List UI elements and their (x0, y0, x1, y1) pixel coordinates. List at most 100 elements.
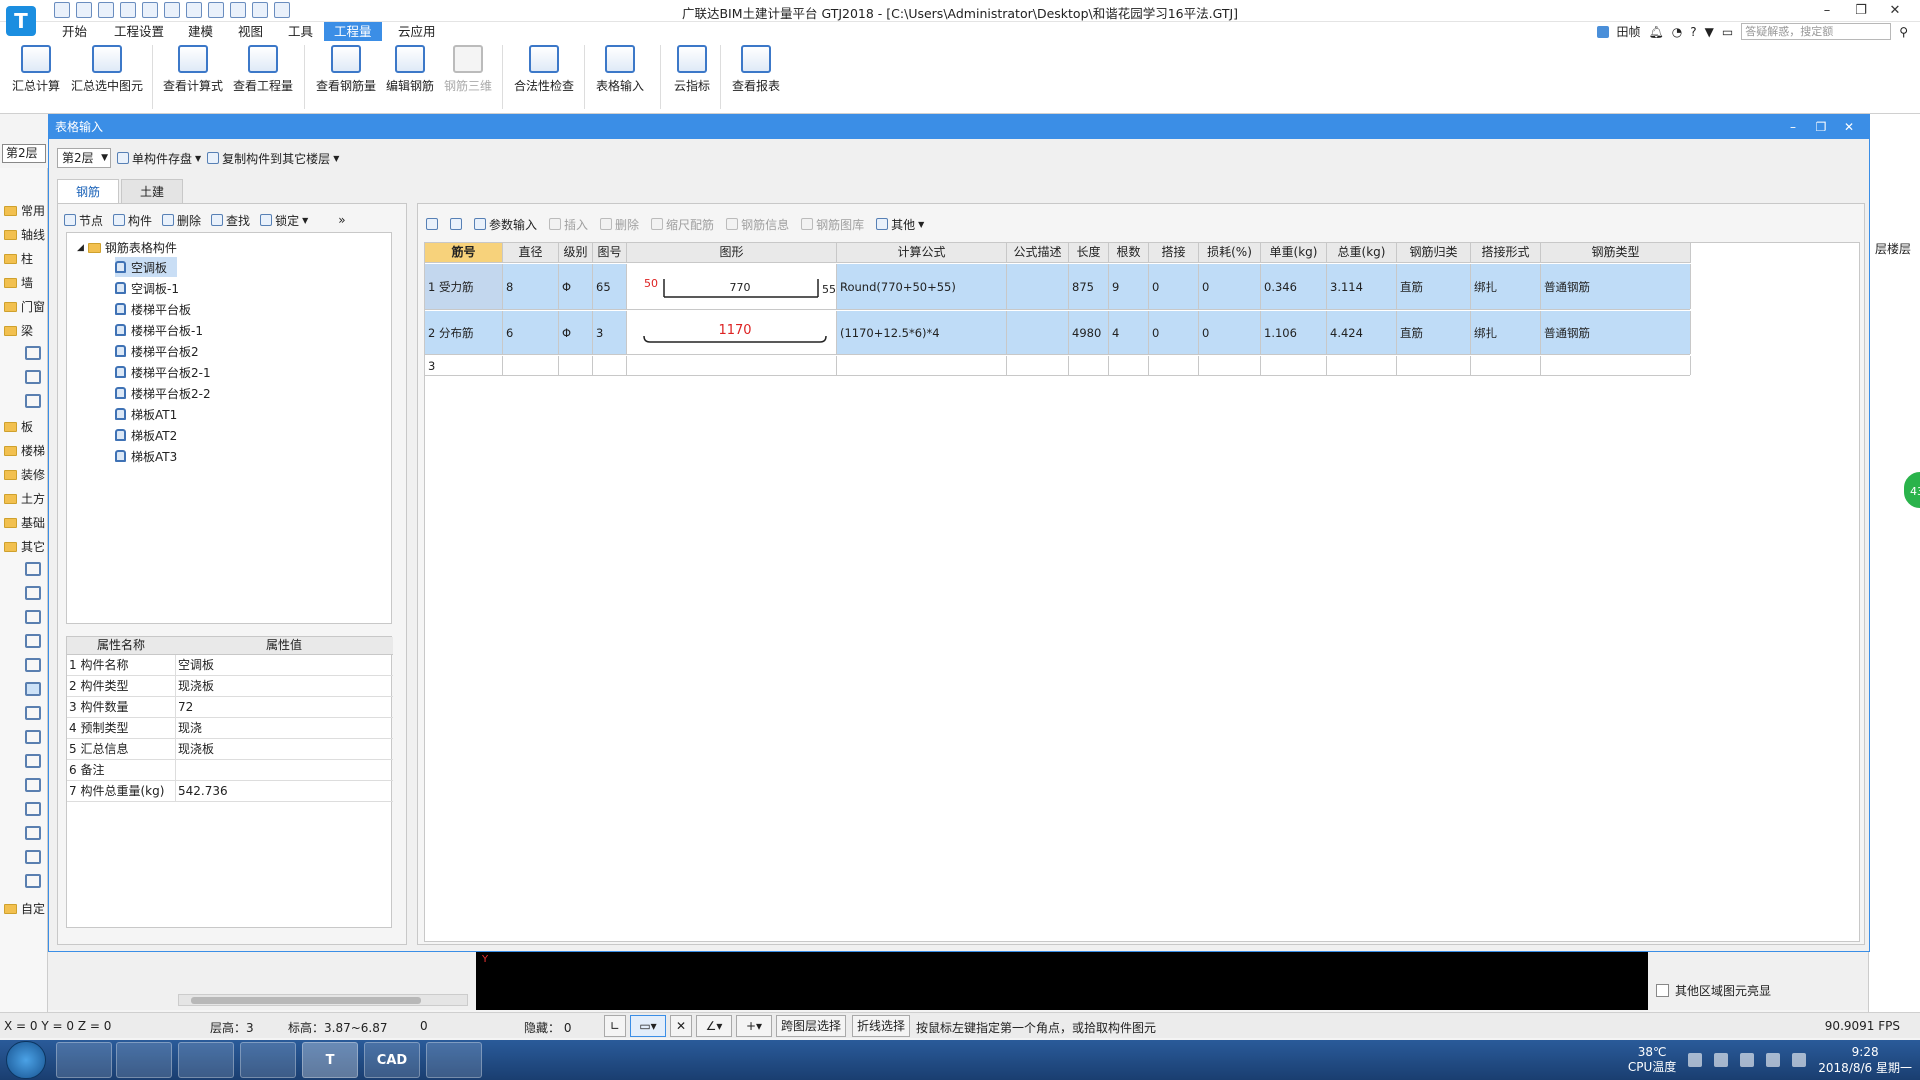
cell-length[interactable]: 4980 (1069, 311, 1109, 354)
cell-loss[interactable]: 0 (1199, 311, 1261, 354)
nav-item-foundation[interactable]: 基础 (4, 514, 45, 531)
tree-item[interactable]: 梯板AT1 (115, 404, 187, 424)
other-sub-icon[interactable] (25, 850, 41, 864)
col-header[interactable]: 筋号 (425, 243, 503, 263)
copy-to-floor-button[interactable]: 复制构件到其它楼层 ▼ (207, 150, 339, 167)
drawing-canvas[interactable]: Y (476, 952, 1648, 1010)
volume-icon[interactable] (1792, 1053, 1807, 1067)
other-area-checkbox[interactable] (1656, 984, 1669, 997)
cell-unit-weight[interactable]: 1.106 (1261, 311, 1327, 354)
cell-figure-no[interactable]: 3 (593, 311, 627, 354)
tree-item[interactable]: 楼梯平台板-1 (115, 320, 213, 340)
floor-select[interactable]: 第2层 (2, 144, 46, 163)
nav-item-earthwork[interactable]: 土方 (4, 490, 45, 507)
expand-icon[interactable]: » (338, 213, 345, 227)
other-sub-icon[interactable] (25, 754, 41, 768)
dialog-close-button[interactable]: ✕ (1835, 115, 1863, 139)
tree-item[interactable]: 空调板-1 (115, 278, 189, 298)
view-report-button[interactable]: 查看报表 (728, 45, 784, 94)
cell-count[interactable]: 4 (1109, 311, 1149, 354)
col-header[interactable]: 直径(mm) (503, 243, 559, 278)
cell-diameter[interactable]: 8 (503, 264, 559, 309)
col-header[interactable]: 搭接形式 (1471, 243, 1541, 263)
prop-row[interactable]: 5 汇总信息 现浇板 (67, 739, 393, 760)
taskbar-app-store[interactable] (56, 1042, 112, 1078)
tree-item[interactable]: 梯板AT3 (115, 446, 187, 466)
horizontal-scrollbar[interactable] (178, 994, 468, 1006)
menu-tab-project-settings[interactable]: 工程设置 (104, 22, 174, 41)
search-icon[interactable]: ⚲ (1899, 25, 1908, 39)
cell-total-weight[interactable]: 4.424 (1327, 311, 1397, 354)
menu-tab-start[interactable]: 开始 (52, 22, 97, 41)
cell-rebar-type[interactable]: 普通钢筋 (1541, 311, 1691, 354)
polyline-select-button[interactable]: 折线选择 (852, 1015, 910, 1037)
prop-row[interactable]: 1 构件名称 空调板 (67, 655, 393, 676)
close-button[interactable]: ✕ (1878, 0, 1912, 22)
select-mode-icon[interactable]: ▭▾ (630, 1015, 666, 1037)
edit-rebar-button[interactable]: 编辑钢筋 (384, 45, 436, 94)
cell-bar-name[interactable]: 2 分布筋 (425, 311, 503, 354)
nav-item-slab[interactable]: 板 (4, 418, 33, 435)
chat-icon[interactable]: ◔ (1672, 25, 1682, 39)
cell-total-weight[interactable]: 3.114 (1327, 264, 1397, 309)
cell-shape[interactable]: 1170 (627, 311, 837, 354)
cell-loss[interactable] (1199, 356, 1261, 375)
cpu-temperature[interactable]: 38℃ CPU温度 (1628, 1045, 1676, 1075)
nav-item-common[interactable]: 常用 (4, 202, 45, 219)
snap-icon[interactable]: +▾ (736, 1015, 772, 1037)
user-name[interactable]: 田帧 (1617, 23, 1641, 40)
col-header[interactable]: 总重(kg) (1327, 243, 1397, 263)
cell-category[interactable] (1397, 356, 1471, 375)
col-header[interactable]: 搭接 (1149, 243, 1199, 263)
taskbar-app-ie[interactable] (240, 1042, 296, 1078)
other-sub-icon[interactable] (25, 682, 41, 696)
other-sub-icon[interactable] (25, 826, 41, 840)
cell-total-weight[interactable] (1327, 356, 1397, 375)
other-area-highlight[interactable]: 其他区域图元亮显 (1656, 982, 1771, 999)
dialog-maximize-button[interactable]: ❐ (1807, 115, 1835, 139)
prop-row[interactable]: 2 构件类型 现浇板 (67, 676, 393, 697)
cell-length[interactable]: 875 (1069, 264, 1109, 309)
tree-item[interactable]: 楼梯平台板2 (115, 341, 209, 361)
cell-formula-desc[interactable] (1007, 356, 1069, 375)
cell-lap[interactable]: 0 (1149, 264, 1199, 309)
cell-length[interactable] (1069, 356, 1109, 375)
network-icon[interactable] (1766, 1053, 1781, 1067)
rebar-library-button[interactable]: 钢筋图库 (801, 216, 864, 233)
other-sub-icon[interactable] (25, 802, 41, 816)
cell-lap[interactable]: 0 (1149, 311, 1199, 354)
nav-item-column[interactable]: 柱 (4, 250, 33, 267)
col-header[interactable]: 根数 (1109, 243, 1149, 263)
col-header[interactable]: 图号 (593, 243, 627, 263)
tray-icon[interactable] (1688, 1053, 1703, 1067)
nav-item-door-window[interactable]: 门窗 (4, 298, 45, 315)
table-input-button[interactable]: 表格输入 (592, 45, 648, 94)
other-sub-icon[interactable] (25, 874, 41, 888)
prop-row[interactable]: 7 构件总重量(kg) 542.736 (67, 781, 393, 802)
other-sub-icon[interactable] (25, 562, 41, 576)
delete-button[interactable]: 删除 (162, 212, 201, 229)
cell-unit-weight[interactable] (1261, 356, 1327, 375)
col-header[interactable]: 钢筋归类 (1397, 243, 1471, 263)
cloud-index-button[interactable]: 云指标 (668, 45, 716, 94)
tree-item[interactable]: 梯板AT2 (115, 425, 187, 445)
cell-formula[interactable]: (1170+12.5*6)*4 (837, 311, 1007, 354)
tree-item[interactable]: 楼梯平台板2-1 (115, 362, 221, 382)
cell-grade[interactable]: Φ (559, 264, 593, 309)
prop-row[interactable]: 6 备注 (67, 760, 393, 781)
cross-icon[interactable]: ✕ (670, 1015, 692, 1037)
taskbar-app-cad[interactable]: CAD (364, 1042, 420, 1078)
add-node-button[interactable]: 节点 (64, 212, 103, 229)
tray-icon[interactable] (1714, 1053, 1729, 1067)
help-icon[interactable]: ? (1690, 25, 1696, 39)
beam-sub-icon[interactable] (25, 346, 41, 360)
cell-diameter[interactable] (503, 356, 559, 375)
cell-formula-desc[interactable] (1007, 264, 1069, 309)
param-input-button[interactable]: 参数输入 (474, 216, 537, 233)
beam-sub-icon[interactable] (25, 370, 41, 384)
nav-item-wall[interactable]: 墙 (4, 274, 33, 291)
prop-row[interactable]: 3 构件数量 72 (67, 697, 393, 718)
cell-loss[interactable]: 0 (1199, 264, 1261, 309)
cell-category[interactable]: 直筋 (1397, 311, 1471, 354)
rebar-info-button[interactable]: 钢筋信息 (726, 216, 789, 233)
